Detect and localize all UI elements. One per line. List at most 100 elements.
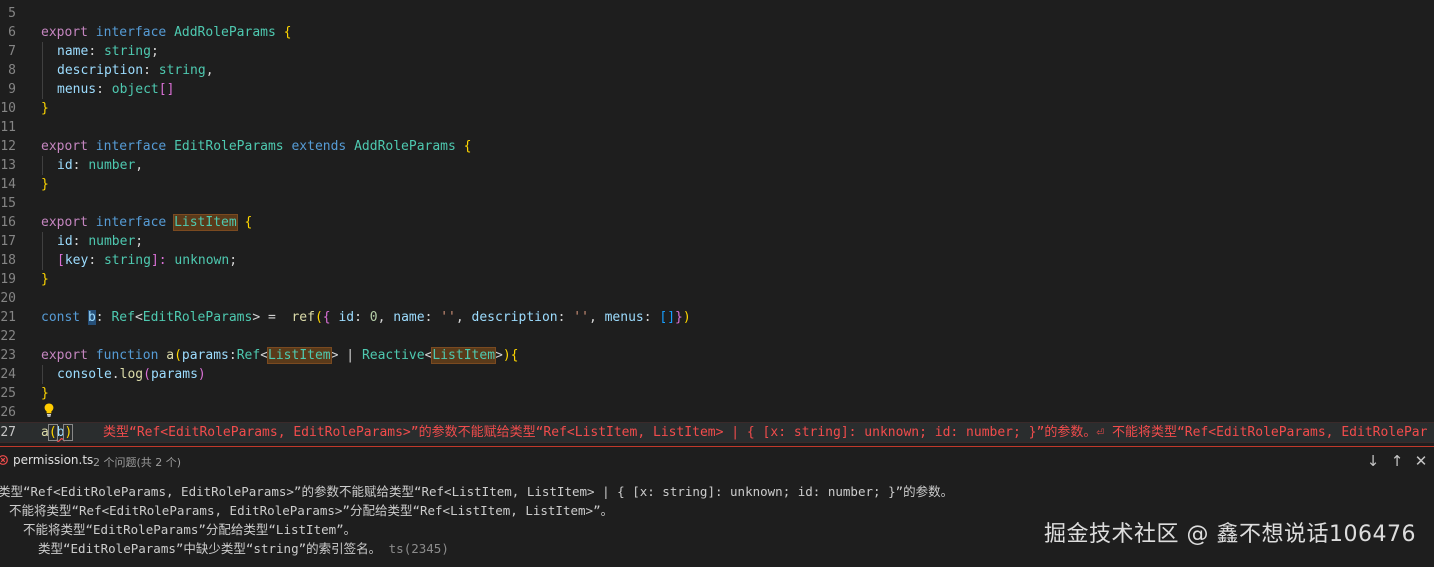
brace: } (41, 101, 49, 116)
problem-message[interactable]: 类型“Ref<EditRoleParams, EditRoleParams>”的… (0, 482, 953, 501)
type-name: string (158, 63, 206, 78)
punctuation: ; (150, 44, 159, 59)
paren: ( (314, 310, 323, 325)
code-line[interactable]: 10 } (0, 99, 1434, 118)
punctuation: : (88, 253, 104, 268)
punctuation: , (205, 63, 214, 78)
code-line[interactable]: 11 (0, 118, 1434, 137)
punctuation: : (557, 310, 574, 325)
punctuation: : (143, 63, 159, 78)
property: id (338, 310, 355, 325)
code-line[interactable]: 6 export interface AddRoleParams { (0, 23, 1434, 42)
type-name-highlighted: ListItem (267, 347, 332, 364)
type-name: Reactive (361, 348, 425, 363)
lightbulb-icon[interactable] (44, 403, 54, 417)
code-line[interactable]: 17 id: number; (0, 232, 1434, 251)
code-line[interactable]: 13 id: number, (0, 156, 1434, 175)
keyword: interface (87, 215, 175, 230)
punctuation: , (455, 310, 472, 325)
code-line[interactable]: 21 const b: Ref<EditRoleParams> = ref({ … (0, 308, 1434, 327)
paren: ( (47, 424, 58, 441)
code-line[interactable]: 14 } (0, 175, 1434, 194)
keyword: export (41, 25, 88, 40)
paren: ( (143, 367, 151, 382)
type-name: string (103, 44, 151, 59)
previous-problem-button[interactable]: ↑ (1390, 452, 1404, 470)
code-line[interactable]: 7 name: string; (0, 42, 1434, 61)
brace: } (41, 272, 49, 287)
code-line[interactable]: 22 (0, 327, 1434, 346)
code-line[interactable]: 12 export interface EditRoleParams exten… (0, 137, 1434, 156)
string-literal: '' (440, 310, 456, 325)
line-number: 20 (0, 291, 16, 306)
code-line-current[interactable]: 27 a(b) 类型“Ref<EditRoleParams, EditRoleP… (0, 422, 1434, 443)
number-literal: 0 (369, 310, 378, 325)
property: id (57, 158, 73, 173)
problems-panel-header: permission.ts 2 个问题(共 2 个) ↓ ↑ ✕ (0, 447, 1434, 475)
problem-message[interactable]: 不能将类型“EditRoleParams”分配给类型“ListItem”。 (23, 520, 356, 539)
keyword: extends (283, 139, 355, 154)
brackets: [] (158, 82, 175, 97)
line-number: 15 (0, 196, 16, 211)
panel-actions: ↓ ↑ ✕ (1366, 452, 1428, 470)
type-name: Ref (236, 348, 261, 363)
code-line[interactable]: 8 description: string, (0, 61, 1434, 80)
function-name: a (41, 425, 49, 440)
line-number: 22 (0, 329, 16, 344)
close-button[interactable]: ✕ (1414, 452, 1428, 470)
code-line[interactable]: 25 } (0, 384, 1434, 403)
paren: ) (682, 310, 691, 325)
problem-message-text: 类型“EditRoleParams”中缺少类型“string”的索引签名。 (38, 541, 382, 556)
code-line[interactable]: 18 [key: string]: unknown; (0, 251, 1434, 270)
brace: } (41, 177, 49, 192)
brace: } (41, 386, 49, 401)
property: description (57, 63, 144, 78)
keyword: export (41, 348, 88, 363)
problem-message[interactable]: 类型“EditRoleParams”中缺少类型“string”的索引签名。 ts… (38, 539, 449, 558)
parameter: params (181, 348, 229, 363)
type-name: EditRoleParams (142, 310, 253, 325)
line-number: 26 (0, 405, 16, 420)
problem-file-name[interactable]: permission.ts (13, 453, 93, 467)
code-line[interactable]: 9 menus: object[] (0, 80, 1434, 99)
inline-error-message: 类型“Ref<EditRoleParams, EditRoleParams>”的… (103, 425, 1428, 440)
punctuation: ; (135, 234, 144, 249)
code-editor[interactable]: 5 6 export interface AddRoleParams { 7 n… (0, 0, 1434, 446)
punctuation: : (72, 234, 89, 249)
code-line[interactable]: 24 console.log(params) (0, 365, 1434, 384)
keyword: interface (87, 139, 175, 154)
property: description (471, 310, 558, 325)
line-number: 17 (0, 234, 16, 249)
paren: ) (197, 367, 206, 382)
function-name: a (166, 348, 175, 363)
code-line[interactable]: 20 (0, 289, 1434, 308)
line-number: 21 (0, 310, 16, 325)
type-name-highlighted: ListItem (173, 214, 238, 231)
variable: console (57, 367, 112, 382)
keyword: export (41, 215, 88, 230)
line-number: 6 (8, 25, 16, 40)
punctuation: : (228, 348, 237, 363)
brace: { (275, 25, 292, 40)
code-line[interactable]: 23 export function a(params:Ref<ListItem… (0, 346, 1434, 365)
punctuation: > | (330, 348, 362, 363)
code-line[interactable]: 16 export interface ListItem { (0, 213, 1434, 232)
line-number: 5 (8, 6, 16, 21)
code-line[interactable]: 19 } (0, 270, 1434, 289)
property: name (57, 44, 89, 59)
type-name: AddRoleParams (174, 25, 276, 40)
paren: ( (174, 348, 182, 363)
punctuation: : (72, 158, 89, 173)
punctuation: : (424, 310, 441, 325)
code-line[interactable]: 15 (0, 194, 1434, 213)
line-number: 12 (0, 139, 16, 154)
punctuation: : (88, 44, 104, 59)
property: menus (604, 310, 644, 325)
type-name: Ref (111, 310, 135, 325)
problem-message[interactable]: 不能将类型“Ref<EditRoleParams, EditRoleParams… (9, 501, 613, 520)
code-line[interactable]: 5 (0, 4, 1434, 23)
function-name: log (119, 367, 144, 382)
next-problem-button[interactable]: ↓ (1366, 452, 1380, 470)
code-line[interactable]: 26 (0, 403, 1434, 422)
